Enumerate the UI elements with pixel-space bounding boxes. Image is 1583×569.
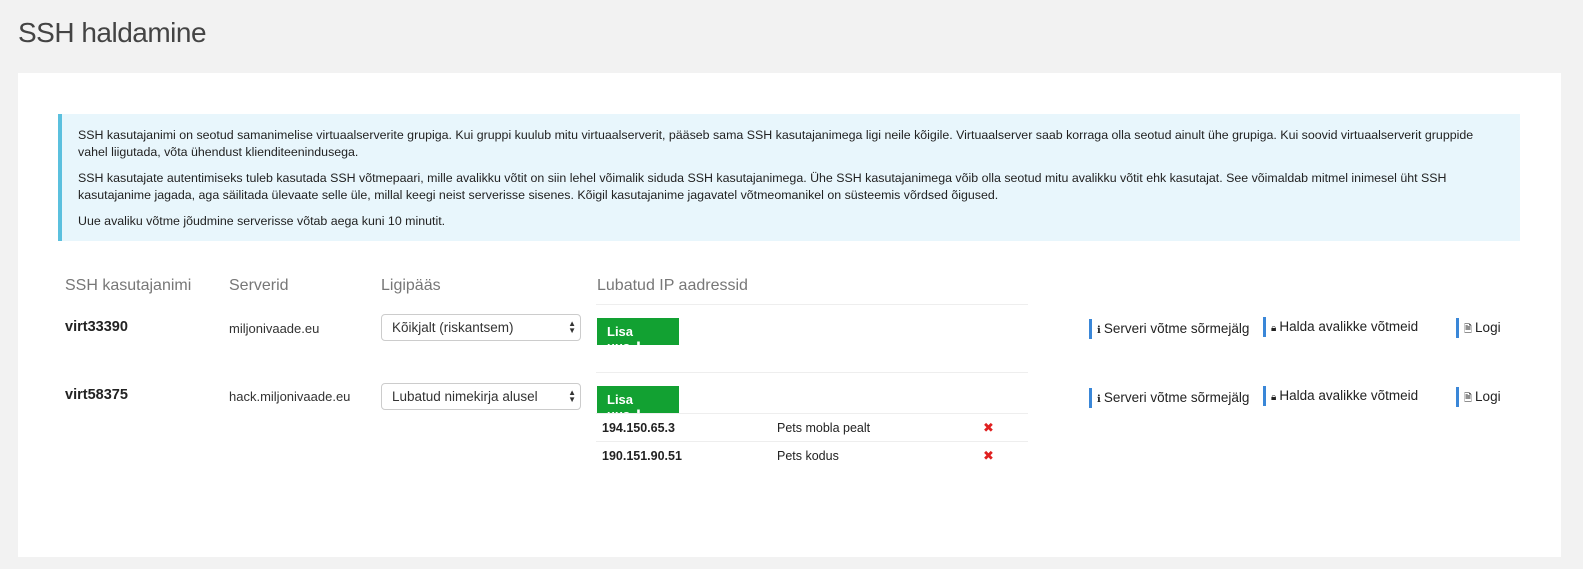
fingerprint-label: Serveri võtme sõrmejälg bbox=[1103, 390, 1250, 405]
ip-divider bbox=[596, 441, 1028, 442]
row-divider bbox=[596, 372, 1028, 373]
ip-address: 190.151.90.51 bbox=[602, 449, 682, 463]
access-select[interactable]: Kõikjalt (riskantsem) ▲ ▼ bbox=[381, 314, 581, 341]
add-ip-button-label: Lisa uus bbox=[607, 324, 634, 354]
row-username: virt33390 bbox=[65, 319, 128, 335]
header-username: SSH kasutajanimi bbox=[65, 277, 192, 294]
add-ip-button[interactable]: Lisa uus ✚ bbox=[597, 318, 679, 354]
ip-description: Pets mobla pealt bbox=[777, 421, 871, 435]
add-ip-button[interactable]: Lisa uus ✚ bbox=[597, 386, 679, 422]
row-server: hack.miljonivaade.eu bbox=[229, 389, 351, 404]
header-access: Ligipääs bbox=[381, 277, 441, 294]
manage-keys-link[interactable]: 🔒︎ Halda avalikke võtmeid bbox=[1263, 386, 1418, 406]
file-icon: 🗎︎ bbox=[1464, 324, 1473, 335]
plus-icon: ✚ bbox=[633, 339, 645, 354]
access-select-value: Lubatud nimekirja alusel bbox=[392, 389, 538, 404]
file-icon: 🗎︎ bbox=[1464, 393, 1473, 404]
info-paragraph-1: SSH kasutajanimi on seotud samanimelise … bbox=[78, 128, 1474, 159]
row-username: virt58375 bbox=[65, 387, 128, 403]
log-link[interactable]: 🗎︎ Logi bbox=[1456, 387, 1501, 407]
remove-icon[interactable]: ✖ bbox=[983, 420, 994, 436]
ip-divider bbox=[596, 413, 1028, 414]
select-arrows-icon: ▲ ▼ bbox=[568, 319, 576, 335]
info-alert: SSH kasutajanimi on seotud samanimelise … bbox=[58, 114, 1520, 241]
select-arrows-icon: ▲ ▼ bbox=[568, 388, 576, 404]
info-paragraph-3: Uue avaliku võtme jõudmine serverisse võ… bbox=[78, 214, 446, 228]
main-panel: SSH kasutajanimi on seotud samanimelise … bbox=[18, 73, 1561, 557]
plus-icon: ✚ bbox=[633, 407, 645, 422]
ip-address: 194.150.65.3 bbox=[602, 421, 675, 435]
manage-keys-label: Halda avalikke võtmeid bbox=[1279, 388, 1419, 403]
lock-icon: 🔒︎ bbox=[1271, 392, 1277, 403]
fingerprint-link[interactable]: ℹ Serveri võtme sõrmejälg bbox=[1089, 319, 1249, 339]
page-title: SSH haldamine bbox=[18, 17, 207, 48]
info-icon: ℹ bbox=[1097, 325, 1101, 336]
row-divider bbox=[596, 304, 1028, 305]
header-ips: Lubatud IP aadressid bbox=[597, 277, 748, 294]
manage-keys-label: Halda avalikke võtmeid bbox=[1279, 319, 1419, 334]
manage-keys-link[interactable]: 🔒︎ Halda avalikke võtmeid bbox=[1263, 317, 1418, 337]
info-paragraph-2: SSH kasutajate autentimiseks tuleb kasut… bbox=[78, 171, 1447, 202]
row-server: miljonivaade.eu bbox=[229, 321, 320, 336]
lock-icon: 🔒︎ bbox=[1271, 323, 1277, 334]
log-label: Logi bbox=[1475, 320, 1501, 335]
add-ip-button-label: Lisa uus bbox=[607, 392, 634, 422]
ip-description: Pets kodus bbox=[777, 449, 839, 463]
remove-icon[interactable]: ✖ bbox=[983, 448, 994, 464]
log-link[interactable]: 🗎︎ Logi bbox=[1456, 318, 1501, 338]
fingerprint-link[interactable]: ℹ Serveri võtme sõrmejälg bbox=[1089, 388, 1249, 408]
info-icon: ℹ bbox=[1097, 394, 1101, 405]
access-select-value: Kõikjalt (riskantsem) bbox=[392, 320, 514, 335]
log-label: Logi bbox=[1475, 389, 1501, 404]
fingerprint-label: Serveri võtme sõrmejälg bbox=[1103, 321, 1250, 336]
access-select[interactable]: Lubatud nimekirja alusel ▲ ▼ bbox=[381, 383, 581, 410]
header-servers: Serverid bbox=[229, 277, 289, 294]
